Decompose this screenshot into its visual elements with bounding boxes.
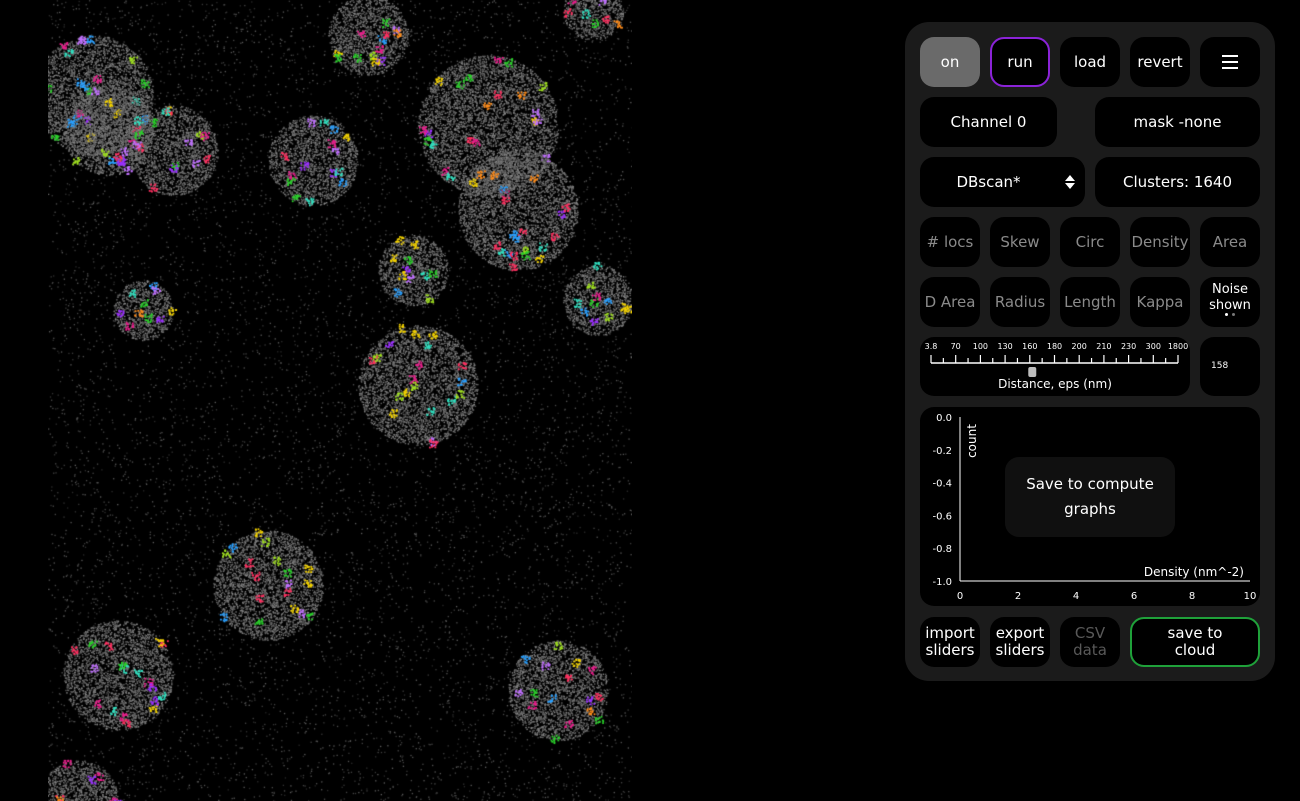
cloud-label-2: cloud <box>1174 641 1216 659</box>
y-axis-label: count <box>965 424 979 458</box>
metric-label: Density <box>1131 232 1189 251</box>
revert-button[interactable]: revert <box>1130 37 1190 87</box>
y-tick-label: -0.4 <box>932 479 952 490</box>
slider-tick-label: 160 <box>1022 342 1037 351</box>
metric-circ-button[interactable]: Circ <box>1060 217 1120 267</box>
metric-label: # locs <box>926 232 974 251</box>
overlay-line-1: Save to compute <box>1026 475 1154 493</box>
slider-tick-label: 210 <box>1096 342 1111 351</box>
y-tick-label: 0.0 <box>936 413 952 424</box>
x-tick-label: 8 <box>1189 591 1195 602</box>
slider-tick-label: 3.8 <box>925 342 938 351</box>
export-label-1: export <box>995 624 1045 642</box>
x-tick-label: 10 <box>1244 591 1257 602</box>
csv-label-2: data <box>1073 641 1107 659</box>
run-button[interactable]: run <box>990 37 1050 87</box>
slider-tick-label: 1800 <box>1168 342 1188 351</box>
load-label: load <box>1073 52 1107 71</box>
slider-tick-label: 180 <box>1047 342 1062 351</box>
metric-label: Radius <box>994 292 1046 311</box>
slider-tick-label: 70 <box>951 342 961 351</box>
clusters-count: Clusters: 1640 <box>1095 157 1260 207</box>
eps-value: 158 <box>1211 361 1229 371</box>
import-label-2: sliders <box>925 641 975 659</box>
cloud-label-1: save to <box>1167 624 1223 642</box>
on-button[interactable]: on <box>920 37 980 87</box>
load-button[interactable]: load <box>1060 37 1120 87</box>
overlay-line-2: graphs <box>1064 500 1116 518</box>
slider-tick-label: 130 <box>997 342 1012 351</box>
mask-label: mask -none <box>1133 112 1222 131</box>
metric-label: Area <box>1212 232 1248 251</box>
import-label-1: import <box>925 624 975 642</box>
algorithm-select[interactable]: DBscan* <box>920 157 1085 207</box>
localization-image-viewer[interactable] <box>48 0 632 801</box>
x-tick-label: 2 <box>1015 591 1021 602</box>
export-label-2: sliders <box>995 641 1045 659</box>
hamburger-menu-icon <box>1222 55 1238 69</box>
clusters-label: Clusters: 1640 <box>1122 172 1233 191</box>
eps-slider[interactable]: 3.8 70 100 130 160 180 200 210 230 300 1800 Distan… <box>920 337 1190 396</box>
revert-label: revert <box>1137 52 1183 71</box>
x-axis-label: Density (nm^-2) <box>1144 565 1244 579</box>
metric-density-button[interactable]: Density <box>1130 217 1190 267</box>
x-tick-label: 0 <box>957 591 963 602</box>
on-label: on <box>940 52 960 71</box>
x-tick-label: 4 <box>1073 591 1079 602</box>
slider-tick-label: 300 <box>1146 342 1161 351</box>
csv-data-button[interactable]: CSV data <box>1060 617 1120 667</box>
csv-label-1: CSV <box>1074 624 1106 642</box>
metric-label: D Area <box>924 292 976 311</box>
eps-value-box: 158 <box>1200 337 1260 396</box>
y-tick-label: -0.8 <box>932 544 952 555</box>
algorithm-selected-value: DBscan* <box>956 172 1021 191</box>
y-tick-label: -0.2 <box>932 446 952 457</box>
metric-label: Circ <box>1075 232 1105 251</box>
metric-area-button[interactable]: Area <box>1200 217 1260 267</box>
metric-darea-button[interactable]: D Area <box>920 277 980 327</box>
metric-radius-button[interactable]: Radius <box>990 277 1050 327</box>
mask-button[interactable]: mask -none <box>1095 97 1260 147</box>
channel-label: Channel 0 <box>950 112 1027 131</box>
sort-updown-icon <box>1065 175 1075 189</box>
y-tick-label: -0.6 <box>932 511 952 522</box>
metric-kappa-button[interactable]: Kappa <box>1130 277 1190 327</box>
x-tick-label: 6 <box>1131 591 1137 602</box>
y-tick-label: -1.0 <box>932 577 952 588</box>
slider-handle[interactable] <box>1028 367 1037 377</box>
noise-label: Noise <box>1211 282 1249 297</box>
save-to-compute-message: Save to compute graphs <box>1005 457 1175 537</box>
metric-label: Skew <box>1000 232 1040 251</box>
density-histogram: 0.0 -0.2 -0.4 -0.6 -0.8 -1.0 0 2 4 6 8 10 count Densi… <box>920 407 1260 606</box>
slider-tick-label: 230 <box>1121 342 1136 351</box>
channel-button[interactable]: Channel 0 <box>920 97 1057 147</box>
export-sliders-button[interactable]: export sliders <box>990 617 1050 667</box>
import-sliders-button[interactable]: import sliders <box>920 617 980 667</box>
noise-page-indicator <box>1200 308 1260 324</box>
menu-button[interactable] <box>1200 37 1260 87</box>
metric-locs-button[interactable]: # locs <box>920 217 980 267</box>
control-panel: on run load revert Channel 0 mask -none … <box>905 22 1275 681</box>
slider-tick-label: 100 <box>973 342 988 351</box>
metric-skew-button[interactable]: Skew <box>990 217 1050 267</box>
noise-toggle[interactable]: Noise shown <box>1200 277 1260 327</box>
run-label: run <box>1007 52 1033 71</box>
cluster-image-canvas[interactable] <box>48 0 632 801</box>
metric-label: Length <box>1064 292 1116 311</box>
metric-length-button[interactable]: Length <box>1060 277 1120 327</box>
slider-tick-label: 200 <box>1072 342 1087 351</box>
eps-slider-label: Distance, eps (nm) <box>998 377 1112 391</box>
metric-label: Kappa <box>1136 292 1184 311</box>
save-to-cloud-button[interactable]: save to cloud <box>1130 617 1260 667</box>
